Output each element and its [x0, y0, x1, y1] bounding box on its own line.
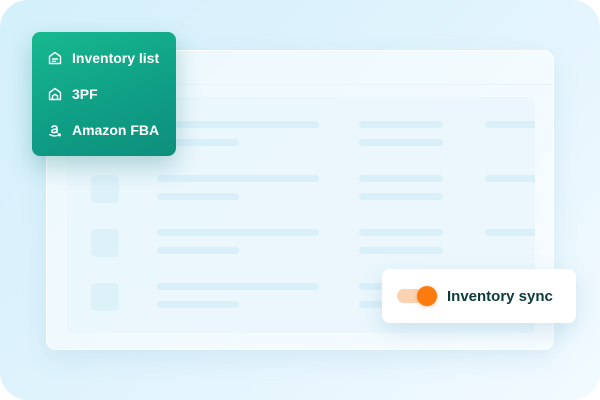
menu-item-label: Inventory list — [72, 50, 160, 66]
inventory-sync-toggle[interactable] — [397, 286, 439, 306]
inventory-sync-label: Inventory sync — [447, 287, 553, 305]
inventory-list-icon — [47, 50, 63, 66]
placeholder-text-line — [485, 175, 535, 182]
placeholder-text-line — [359, 121, 443, 128]
placeholder-text-line — [359, 193, 443, 200]
placeholder-text-line — [157, 175, 319, 182]
placeholder-text-line — [157, 247, 239, 254]
menu-item-amazon-fba[interactable]: Amazon FBA — [32, 112, 176, 148]
placeholder-text-line — [359, 247, 443, 254]
placeholder-thumbnail — [91, 175, 119, 203]
menu-item-3pf[interactable]: 3PF — [32, 76, 176, 112]
placeholder-text-line — [157, 193, 239, 200]
channel-menu: Inventory list 3PF Amazon FBA — [32, 32, 176, 156]
warehouse-icon — [47, 86, 63, 102]
placeholder-text-line — [157, 301, 239, 308]
inventory-sync-card: Inventory sync — [382, 269, 576, 323]
placeholder-thumbnail — [91, 283, 119, 311]
placeholder-text-line — [359, 175, 443, 182]
menu-item-inventory-list[interactable]: Inventory list — [32, 40, 176, 76]
toggle-knob — [417, 286, 437, 306]
placeholder-text-line — [359, 229, 443, 236]
placeholder-text-line — [485, 121, 535, 128]
placeholder-text-line — [157, 121, 319, 128]
illustration-canvas: Inventory list 3PF Amazon FBA Inventory … — [0, 0, 600, 400]
placeholder-text-line — [359, 139, 443, 146]
placeholder-text-line — [485, 229, 535, 236]
menu-item-label: 3PF — [72, 86, 98, 102]
amazon-icon — [47, 122, 63, 138]
table-row — [67, 229, 535, 269]
placeholder-text-line — [157, 229, 319, 236]
placeholder-thumbnail — [91, 229, 119, 257]
placeholder-text-line — [157, 283, 319, 290]
table-row — [67, 175, 535, 215]
menu-item-label: Amazon FBA — [72, 122, 160, 138]
